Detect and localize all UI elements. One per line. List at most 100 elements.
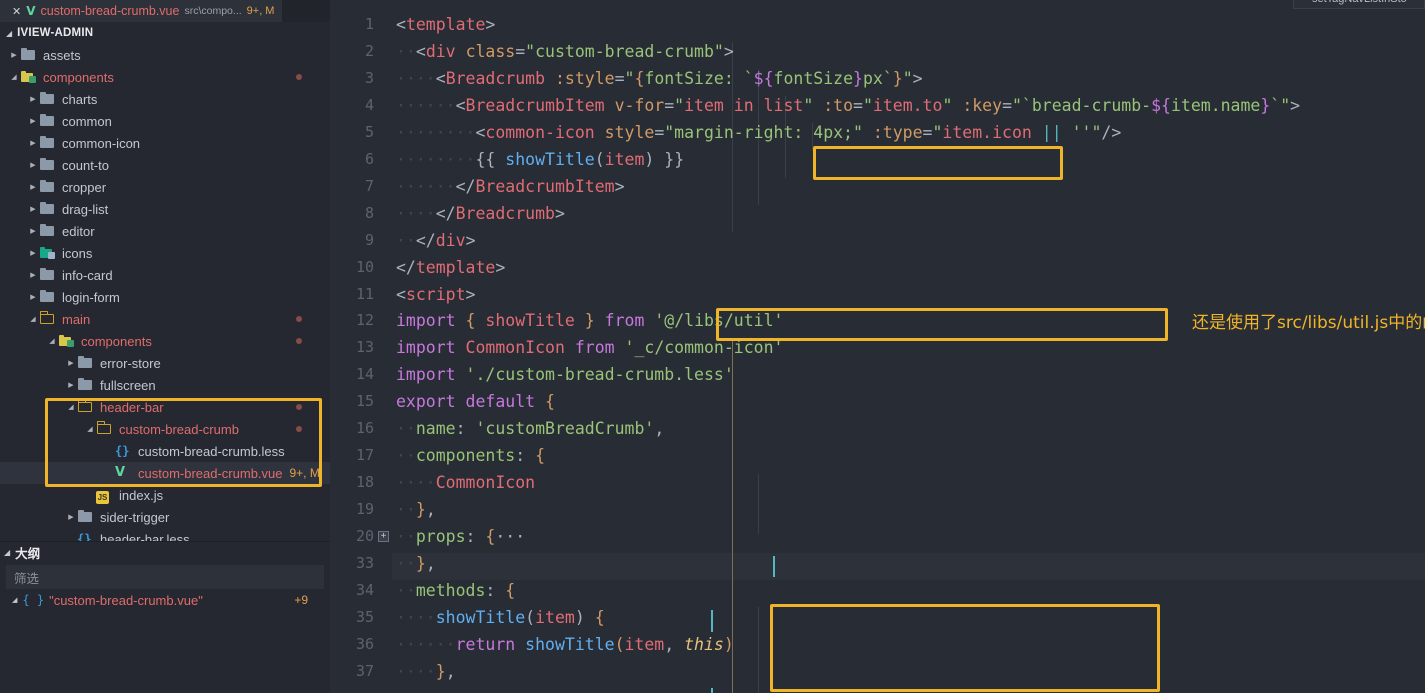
modified-dot-icon [296,426,302,432]
chevron-right-icon[interactable]: ▶ [65,381,77,389]
line-number: 9 [364,230,374,249]
code-line-2[interactable]: ··<div class="custom-bread-crumb"> [396,42,734,61]
tree-item-charts[interactable]: ▶ charts [0,88,330,110]
code-line-9[interactable]: ··</div> [396,231,476,250]
tree-item-label: custom-bread-crumb [119,421,239,437]
annotation-text: 还是使用了src/libs/util.js中的函数 [1192,313,1425,333]
tree-item-components[interactable]: ◢ components [0,66,330,88]
line-number: 12 [355,311,374,330]
file-tree[interactable]: ▶ assets ◢ components ▶ charts ▶ common ▶ common-… [0,44,330,541]
chevron-down-icon-outline[interactable]: ◢ [4,548,10,557]
tree-item-common[interactable]: ▶ common [0,110,330,132]
tree-item-editor[interactable]: ▶ editor [0,220,330,242]
outline-header[interactable]: ◢ 大纲 [0,541,330,563]
code-line-3[interactable]: ····<Breadcrumb :style="{fontSize: `${fo… [396,69,923,88]
chevron-right-icon[interactable]: ▶ [8,51,20,59]
chevron-down-icon[interactable]: ◢ [84,425,96,433]
chevron-right-icon[interactable]: ▶ [65,359,77,367]
code-line-5[interactable]: ········<common-icon style="margin-right… [396,123,1121,142]
tree-item-header-bar[interactable]: ◢ header-bar [0,396,330,418]
highlight-box-line12 [716,308,1168,341]
line-number: 20 [355,527,374,546]
chevron-right-icon[interactable]: ▶ [65,513,77,521]
tree-item-label: custom-bread-crumb.less [138,443,285,459]
tree-item-icons[interactable]: ▶ icons [0,242,330,264]
chevron-right-icon[interactable]: ▶ [27,205,39,213]
chevron-down-icon-outline-item[interactable]: ◢ [12,596,17,604]
indent-guide [758,474,759,534]
code-line-10[interactable]: </template> [396,258,505,277]
tree-item-custom-bread-crumb-vue[interactable]: ▶Vcustom-bread-crumb.vue 9+, M [0,462,330,484]
folder-icon [77,356,94,370]
chevron-right-icon[interactable]: ▶ [27,161,39,169]
tree-item-components[interactable]: ◢ components [0,330,330,352]
line-number: 8 [364,203,374,222]
tree-item-sider-trigger[interactable]: ▶ sider-trigger [0,506,330,528]
code-line-1[interactable]: <template> [396,15,495,34]
tree-item-drag-list[interactable]: ▶ drag-list [0,198,330,220]
tree-item-info-card[interactable]: ▶ info-card [0,264,330,286]
code-line-8[interactable]: ····</Breadcrumb> [396,204,565,223]
close-icon[interactable]: ✕ [12,6,21,17]
tree-item-header-bar-less[interactable]: ▶{} header-bar.less [0,528,330,542]
chevron-down-icon[interactable]: ◢ [6,29,12,38]
chevron-right-icon[interactable]: ▶ [27,139,39,147]
chevron-right-icon[interactable]: ▶ [27,249,39,257]
folder-icon [77,510,94,524]
code-line-12[interactable]: import { showTitle } from '@/libs/util' [396,311,783,330]
tree-item-cropper[interactable]: ▶ cropper [0,176,330,198]
tree-item-label: login-form [62,289,120,305]
tree-item-custom-bread-crumb[interactable]: ◢ custom-bread-crumb [0,418,330,440]
chevron-down-icon[interactable]: ◢ [27,315,39,323]
code-line-11[interactable]: <script> [396,285,475,304]
chevron-right-icon[interactable]: ▶ [27,95,39,103]
code-line-36[interactable]: ······return showTitle(item, this) [396,635,734,654]
code-line-7[interactable]: ······</BreadcrumbItem> [396,177,625,196]
code-line-6[interactable]: ········{{ showTitle(item) }} [396,150,684,169]
chevron-right-icon[interactable]: ▶ [27,227,39,235]
chevron-down-icon[interactable]: ◢ [46,337,58,345]
less-file-icon: {} [77,532,92,541]
code-editor[interactable]: setTagNavListInSto 还是使用了src/libs/util.js… [330,0,1425,693]
line-number: 7 [364,176,374,195]
code-line-18[interactable]: ····CommonIcon [396,473,535,492]
code-line-35[interactable]: ····showTitle(item) { [396,608,605,627]
tree-item-custom-bread-crumb-less[interactable]: ▶{} custom-bread-crumb.less [0,440,330,462]
chevron-right-icon[interactable]: ▶ [27,183,39,191]
cut-off-tooltip: setTagNavListInSto [1293,0,1425,9]
tree-item-count-to[interactable]: ▶ count-to [0,154,330,176]
tab-filename: custom-bread-crumb.vue [40,4,180,18]
line-number: 34 [355,580,374,599]
code-line-33[interactable]: ··}, [396,554,436,573]
tree-item-assets[interactable]: ▶ assets [0,44,330,66]
tree-item-common-icon[interactable]: ▶ common-icon [0,132,330,154]
code-line-37[interactable]: ····}, [396,662,456,681]
tree-item-error-store[interactable]: ▶ error-store [0,352,330,374]
code-line-19[interactable]: ··}, [396,500,436,519]
code-line-14[interactable]: import './custom-bread-crumb.less' [396,365,734,384]
line-number: 18 [355,473,374,492]
code-line-16[interactable]: ··name: 'customBreadCrumb', [396,419,664,438]
chevron-right-icon[interactable]: ▶ [27,117,39,125]
tree-item-login-form[interactable]: ▶ login-form [0,286,330,308]
outline-item-root[interactable]: ◢ { } "custom-bread-crumb.vue" +9 [0,589,330,611]
code-line-17[interactable]: ··components: { [396,446,545,465]
code-line-34[interactable]: ··methods: { [396,581,515,600]
chevron-right-icon[interactable]: ▶ [27,271,39,279]
code-line-13[interactable]: import CommonIcon from '_c/common-icon' [396,338,783,357]
vue-file-icon: V [115,465,126,480]
code-line-20[interactable]: ··props: {··· [396,527,525,546]
fold-expand-button[interactable]: + [378,531,389,543]
code-line-15[interactable]: export default { [396,392,555,411]
tree-item-fullscreen[interactable]: ▶ fullscreen [0,374,330,396]
tree-item-label: assets [43,47,81,63]
chevron-down-icon[interactable]: ◢ [65,403,77,411]
project-root-row[interactable]: ◢ IVIEW-ADMIN [0,22,330,44]
chevron-right-icon[interactable]: ▶ [27,293,39,301]
code-line-4[interactable]: ······<BreadcrumbItem v-for="item in lis… [396,96,1300,115]
tree-item-main[interactable]: ◢ main [0,308,330,330]
outline-filter-input[interactable]: 筛选 [6,565,324,589]
chevron-down-icon[interactable]: ◢ [8,73,20,81]
editor-tab-custom-bread-crumb[interactable]: ✕ V custom-bread-crumb.vue src\compo... … [0,0,283,22]
tree-item-index-js[interactable]: ▶JS index.js [0,484,330,506]
